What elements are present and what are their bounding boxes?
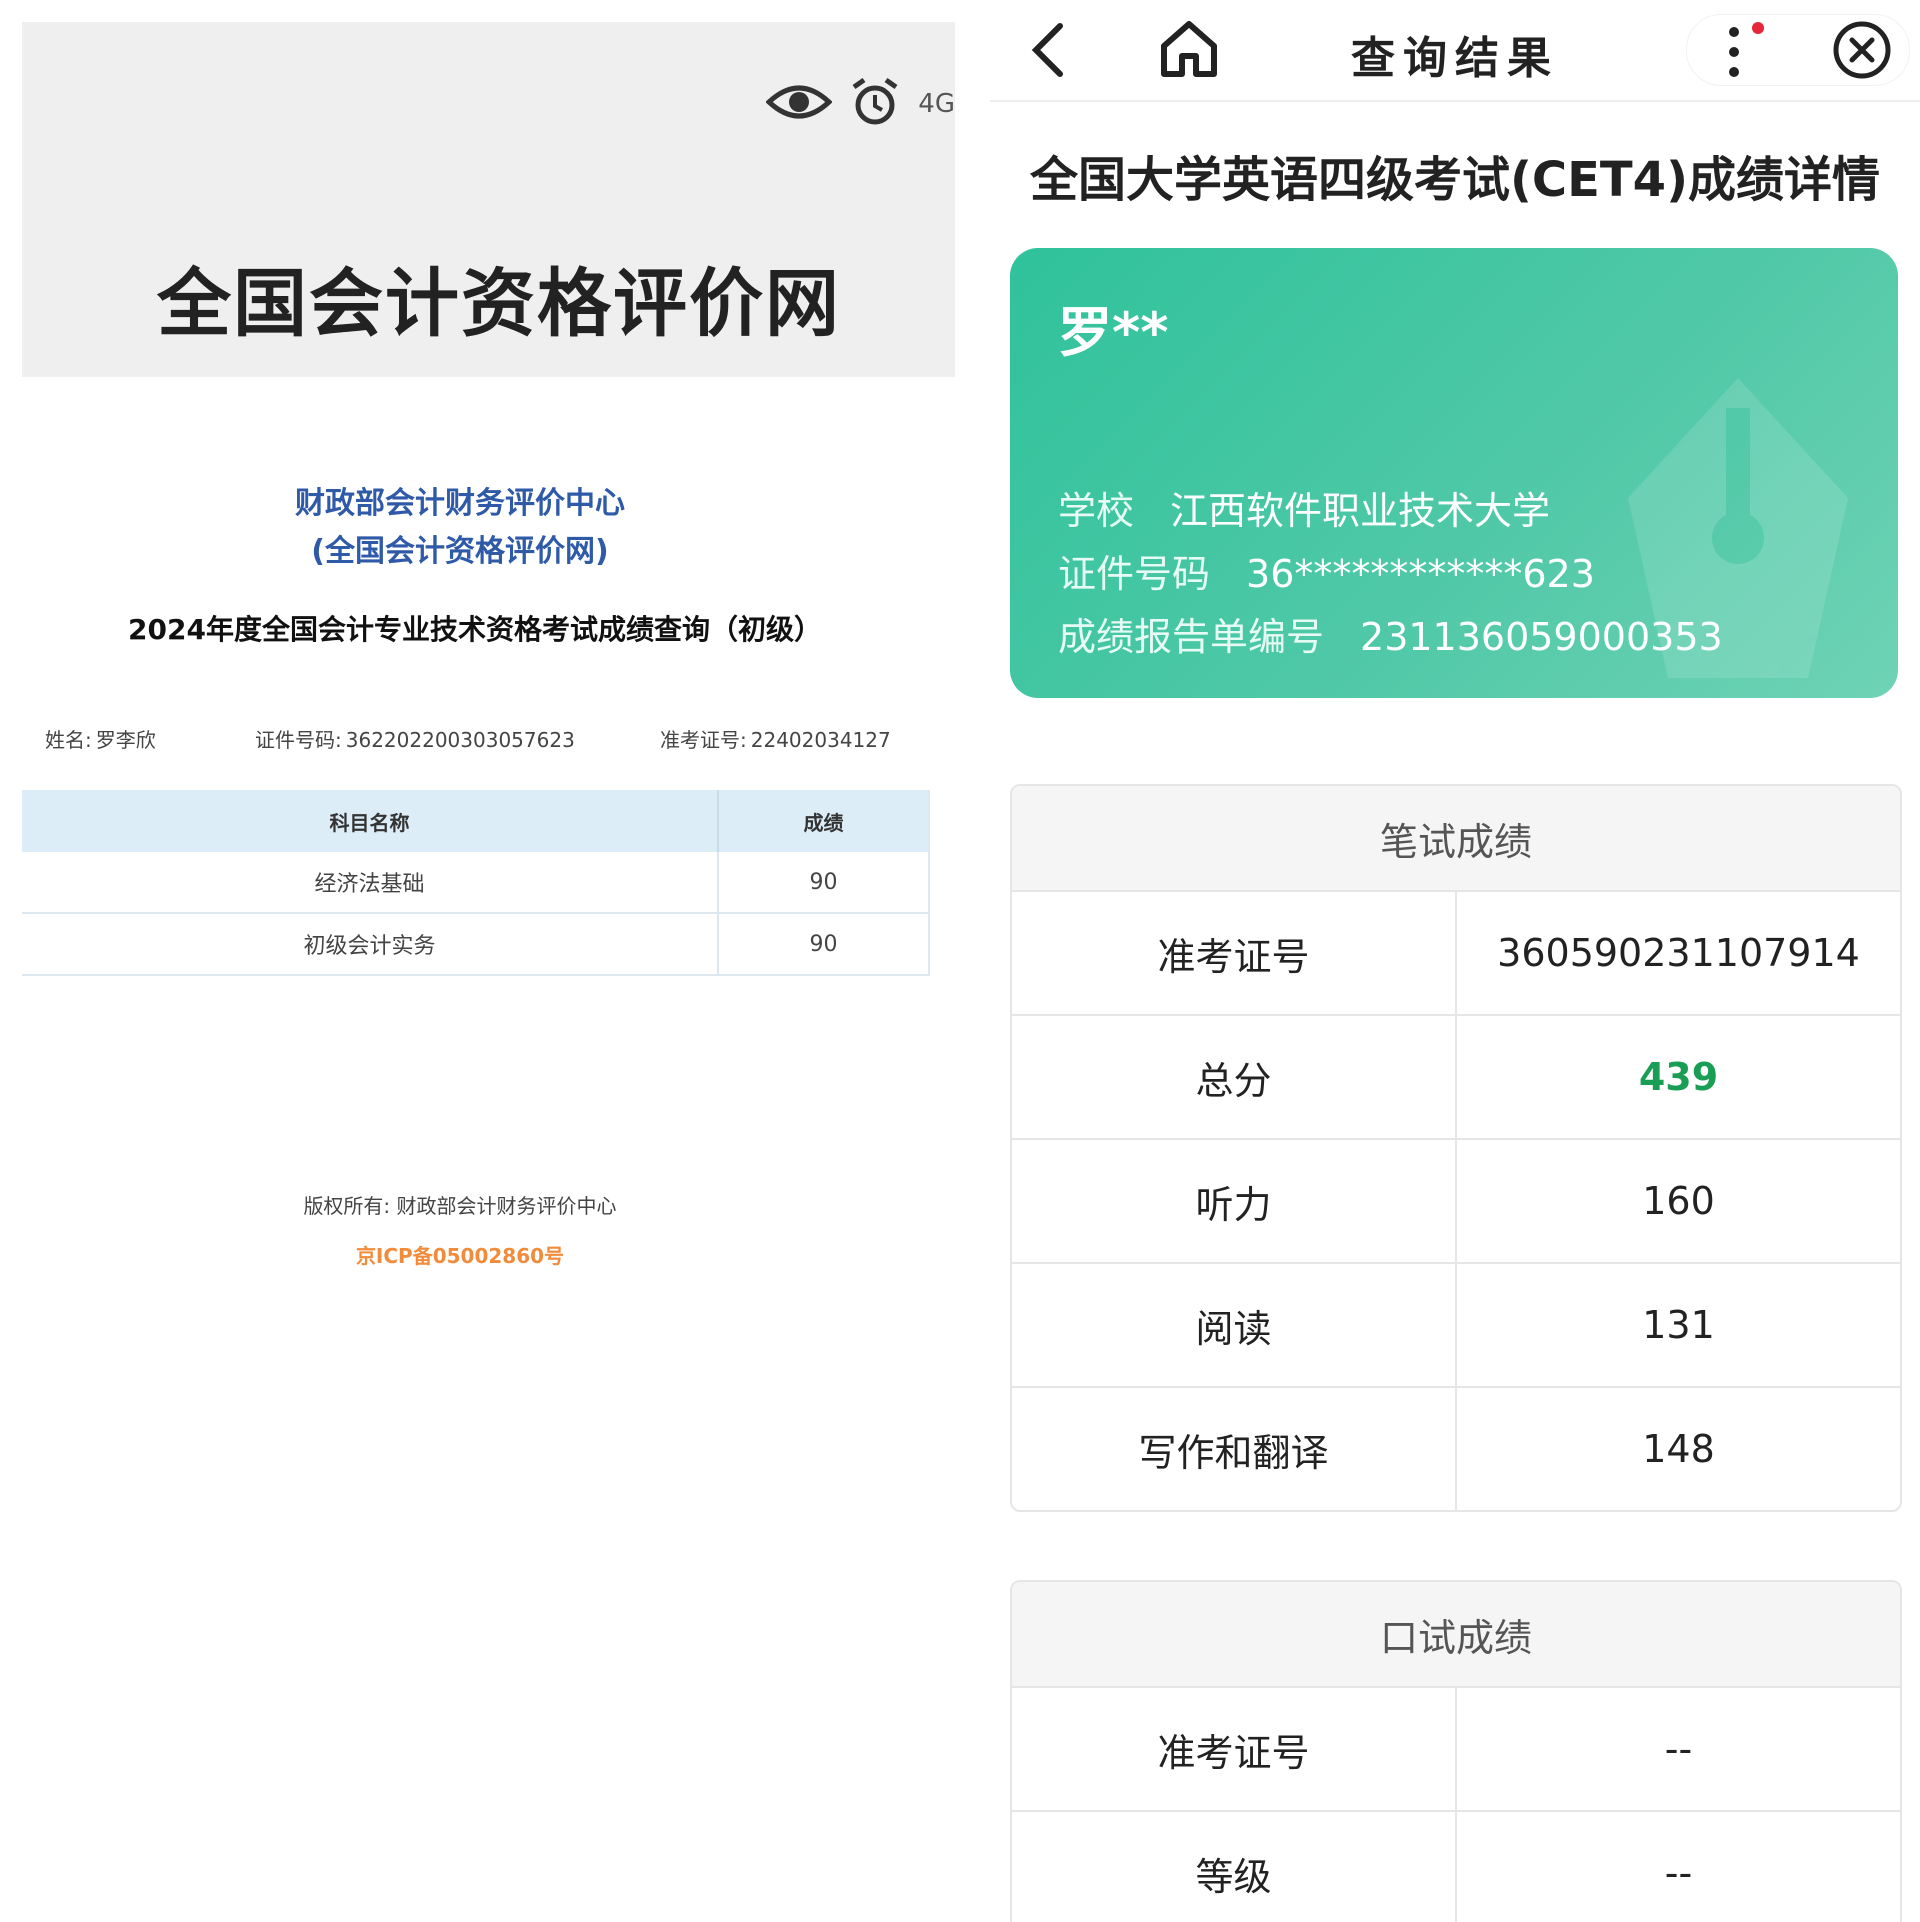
icp-link[interactable]: 京ICP备05002860号 — [0, 1240, 920, 1269]
top-nav-bar: 查询结果 — [990, 0, 1920, 102]
report-number-row: 成绩报告单编号 231136059000353 — [1058, 615, 1723, 659]
cet4-result-panel: 查询结果 全国大学英语四级考试(CET4)成绩详情 罗** 学校 江西软件职业技术… — [990, 0, 1920, 1922]
written-score-heading: 笔试成绩 — [1012, 786, 1900, 892]
candidate-name: 姓名: 罗李欣 — [45, 728, 156, 752]
exam-title: 2024年度全国会计专业技术资格考试成绩查询（初级） — [128, 613, 822, 646]
id-row: 证件号码 36************623 — [1058, 552, 1595, 596]
page-title: 全国大学英语四级考试(CET4)成绩详情 — [1029, 152, 1881, 208]
oral-score-table: 口试成绩 准考证号 -- 等级 -- — [1010, 1580, 1902, 1922]
score-header: 成绩 — [718, 790, 930, 852]
table-row: 等级 -- — [1012, 1812, 1900, 1922]
score-cell: 90 — [718, 913, 930, 976]
org-subtitle: (全国会计资格评价网) — [311, 534, 609, 569]
status-icons: 4G — [765, 77, 955, 131]
score-table: 科目名称 成绩 经济法基础 90 初级会计实务 90 — [22, 790, 930, 976]
table-row: 准考证号 360590231107914 — [1012, 892, 1900, 1016]
network-indicator: 4G — [918, 89, 955, 119]
candidate-id: 证件号码: 362202200303057623 — [255, 728, 575, 752]
table-row: 准考证号 -- — [1012, 1688, 1900, 1812]
table-row: 总分 439 — [1012, 1016, 1900, 1140]
oral-score-heading: 口试成绩 — [1012, 1582, 1900, 1688]
close-icon[interactable] — [1832, 20, 1892, 84]
more-icon[interactable] — [1720, 22, 1770, 86]
copyright-text: 版权所有: 财政部会计财务评价中心 — [303, 1194, 617, 1218]
site-banner: 4G 全国会计资格评价网 — [22, 22, 955, 377]
candidate-name: 罗** — [1058, 301, 1169, 364]
table-row: 阅读 131 — [1012, 1264, 1900, 1388]
candidate-card: 罗** 学校 江西软件职业技术大学 证件号码 36************623 成… — [1010, 248, 1898, 698]
subject-cell: 初级会计实务 — [22, 913, 719, 976]
org-name: 财政部会计财务评价中心 — [295, 486, 625, 521]
table-row: 写作和翻译 148 — [1012, 1388, 1900, 1510]
table-row: 听力 160 — [1012, 1140, 1900, 1264]
school-row: 学校 江西软件职业技术大学 — [1058, 489, 1551, 533]
candidate-ticket: 准考证号: 22402034127 — [660, 728, 891, 752]
accounting-result-panel: 4G 全国会计资格评价网 财政部会计财务评价中心 (全国会计资格评价网) 202… — [0, 0, 960, 1920]
subject-header: 科目名称 — [22, 790, 719, 852]
table-row: 初级会计实务 90 — [22, 913, 930, 976]
alarm-icon — [850, 77, 900, 131]
score-cell: 90 — [718, 852, 930, 914]
written-score-table: 笔试成绩 准考证号 360590231107914 总分 439 听力 160 … — [1010, 784, 1902, 1512]
table-row: 经济法基础 90 — [22, 852, 930, 914]
subject-cell: 经济法基础 — [22, 852, 719, 914]
total-score: 439 — [1638, 1055, 1719, 1099]
eye-icon — [765, 80, 833, 128]
site-title: 全国会计资格评价网 — [157, 261, 841, 347]
table-header-row: 科目名称 成绩 — [22, 790, 930, 852]
